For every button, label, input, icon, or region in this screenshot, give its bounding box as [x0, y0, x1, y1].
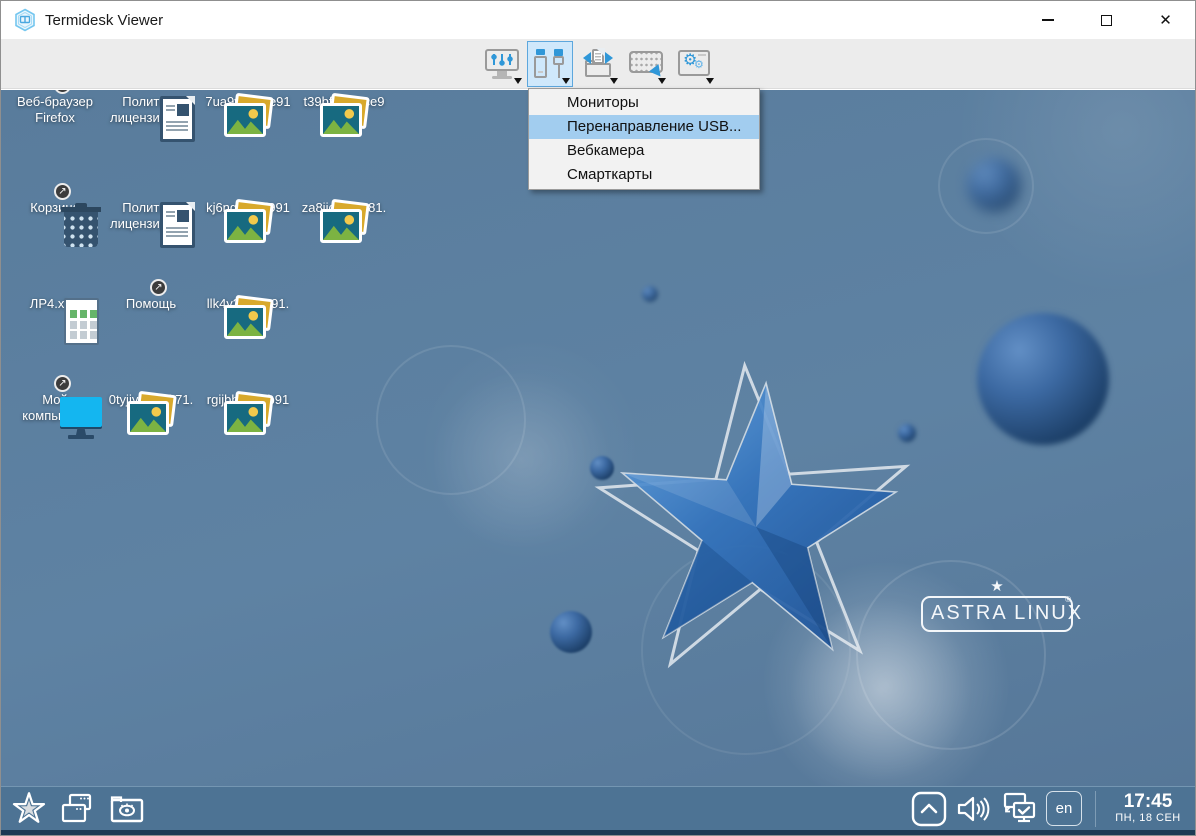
astra-crystal-star [580, 351, 932, 703]
image-icon [318, 94, 370, 146]
remote-desktop: ★ ASTRA LINUX ® Веб-браузер Firefox Поли… [1, 90, 1195, 786]
tray-clock[interactable]: 17:45 ПН, 18 СЕН [1109, 792, 1187, 825]
blue-sphere [967, 158, 1021, 212]
keyboard-button[interactable] [623, 41, 669, 87]
desktop-icon-png[interactable]: t39bf29gwce9 1.png [296, 94, 392, 126]
close-icon: ✕ [1159, 13, 1172, 28]
desktop-icon-png[interactable]: za8ijcyexzy81. png [296, 200, 392, 232]
desktop-icon-xlsx[interactable]: ЛР4.xlsx [7, 296, 103, 312]
tray-divider [1095, 791, 1096, 827]
window-title: Termidesk Viewer [45, 12, 163, 29]
start-menu-button[interactable] [11, 792, 47, 826]
termidesk-hexagon-icon [13, 8, 37, 32]
file-transfer-button[interactable] [575, 41, 621, 87]
desktop-icon-png[interactable]: 7ua9yjt0dbe91 .png [200, 94, 296, 126]
desktop-icon-png[interactable]: 0tyjjyyddwk71. png [103, 392, 199, 424]
clock-date: ПН, 18 СЕН [1109, 812, 1187, 825]
maximize-button[interactable] [1077, 1, 1136, 39]
desktop-icon-help[interactable]: Помощь [103, 296, 199, 312]
desktop-icon-trash[interactable]: Корзина [7, 200, 103, 216]
network-status-button[interactable] [999, 792, 1037, 826]
usb-redirect-icon [531, 47, 569, 81]
folder-eye-icon [109, 793, 145, 825]
blue-sphere [977, 313, 1109, 445]
shortcut-arrow-icon [54, 183, 71, 200]
desktop-icon-png[interactable]: llk4y3jcp4891. png [200, 296, 296, 328]
display-settings-button[interactable] [479, 41, 525, 87]
minimize-button[interactable] [1018, 1, 1077, 39]
spreadsheet-icon [64, 298, 99, 345]
file-manager-button[interactable] [109, 793, 145, 825]
menu-item-monitors[interactable]: Мониторы [529, 91, 759, 115]
astra-star-icon: ★ [921, 580, 1073, 596]
shortcut-arrow-icon [150, 279, 167, 296]
taskbar: en 17:45 ПН, 18 СЕН [1, 786, 1195, 835]
clock-time: 17:45 [1109, 792, 1187, 812]
astra-logo-text: ASTRA LINUX [931, 602, 1083, 624]
session-settings-button[interactable]: ⚙⚙ [671, 41, 717, 87]
keyboard-icon [627, 47, 665, 81]
document-icon [160, 202, 195, 248]
minimize-icon [1042, 19, 1054, 21]
chevron-up-icon [911, 791, 947, 827]
window-switcher-button[interactable] [60, 793, 96, 825]
document-icon [160, 96, 195, 142]
keyboard-layout-indicator[interactable]: en [1046, 791, 1082, 826]
chevron-down-icon [658, 78, 666, 84]
termidesk-viewer-window: Termidesk Viewer ✕ [0, 0, 1196, 836]
menu-item-usb-redirect[interactable]: Перенаправление USB... [529, 115, 759, 139]
usb-dropdown-menu: Мониторы Перенаправление USB... Вебкамер… [528, 88, 760, 190]
icon-label: Веб-браузер [7, 94, 103, 110]
desktop-icon-png[interactable]: rgijbh8bq9b91 .png [200, 392, 296, 424]
image-icon [222, 200, 274, 252]
trash-icon [64, 207, 98, 247]
image-icon [125, 392, 177, 444]
session-toolbar: ⚙⚙ [1, 39, 1195, 89]
displays-check-icon [999, 792, 1037, 826]
tray-expand-button[interactable] [911, 791, 947, 827]
image-icon [318, 200, 370, 252]
titlebar: Termidesk Viewer ✕ [1, 1, 1195, 39]
image-icon [222, 94, 274, 146]
chevron-down-icon [514, 78, 522, 84]
close-button[interactable]: ✕ [1136, 1, 1195, 39]
menu-item-smartcards[interactable]: Смарткарты [529, 163, 759, 187]
desktop-icon-png[interactable]: kj6ngn87zj991 .png [200, 200, 296, 232]
chevron-down-icon [562, 78, 570, 84]
display-settings-icon [483, 47, 521, 81]
registered-mark: ® [1065, 595, 1073, 604]
image-icon [222, 392, 274, 444]
monitor-icon [58, 395, 104, 441]
file-transfer-icon [579, 47, 617, 81]
astra-start-star-icon [11, 792, 47, 826]
chevron-down-icon [706, 78, 714, 84]
image-icon [222, 296, 274, 348]
desktop-icon-my-computer[interactable]: Мой компьютер [7, 392, 103, 424]
light-blob [431, 370, 611, 550]
speaker-icon [956, 793, 990, 825]
desktop-icon-license-policy[interactable]: Политика лицензиров... [103, 200, 199, 232]
shortcut-arrow-icon [54, 375, 71, 392]
astra-linux-logo: ★ ASTRA LINUX ® [921, 580, 1073, 632]
maximize-icon [1101, 15, 1112, 26]
volume-button[interactable] [956, 793, 990, 825]
usb-redirect-button[interactable] [527, 41, 573, 87]
chevron-down-icon [610, 78, 618, 84]
blue-sphere [642, 286, 658, 302]
icon-label: Помощь [103, 296, 199, 312]
windows-switcher-icon [60, 793, 96, 825]
icon-label: Firefox [7, 110, 103, 126]
session-settings-icon: ⚙⚙ [675, 47, 713, 81]
menu-item-webcam[interactable]: Вебкамера [529, 139, 759, 163]
desktop-icon-license-policy[interactable]: Политика лицензиров... [103, 94, 199, 126]
desktop-icon-firefox[interactable]: Веб-браузер Firefox [7, 94, 103, 126]
